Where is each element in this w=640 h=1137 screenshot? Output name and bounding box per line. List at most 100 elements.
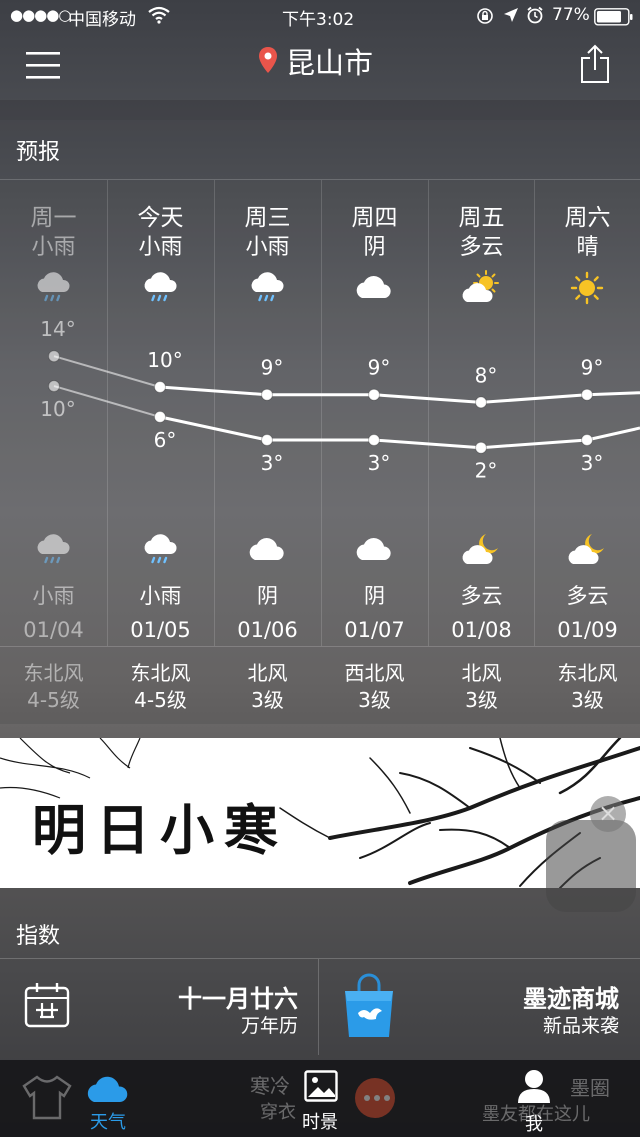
high-temp-point <box>475 396 487 409</box>
cloud-icon <box>246 532 288 568</box>
cloud-icon <box>84 1070 130 1108</box>
day-label: 周六 <box>564 205 611 231</box>
city-name: 昆山市 <box>286 46 374 80</box>
date-label: 01/09 <box>557 618 618 642</box>
wind-info: 东北风 4-5级 <box>107 660 214 714</box>
high-temp-point <box>581 388 593 401</box>
high-temperature-line <box>159 385 640 404</box>
close-banner-button[interactable]: × <box>590 796 626 832</box>
solar-term-banner[interactable]: 明日小寒 <box>0 738 640 888</box>
low-temp-point <box>368 434 380 446</box>
cloud-icon <box>353 532 395 568</box>
high-temp-point <box>261 388 273 401</box>
wind-direction: 东北风 <box>23 661 84 685</box>
tab-scenery[interactable]: 时景 <box>284 1060 356 1137</box>
high-temp-label: 10° <box>147 348 182 372</box>
signal-strength: ●●●●○ <box>10 6 71 24</box>
clothing-icon <box>22 1074 72 1124</box>
wind-level: 4-5级 <box>134 688 187 712</box>
high-temp-point <box>48 350 60 363</box>
calendar-card[interactable]: 十一月廿六 万年历 <box>0 959 319 1055</box>
night-condition: 多云 <box>460 584 503 608</box>
carrier-name: 中国移动 <box>68 10 136 30</box>
wind-info: 东北风 4-5级 <box>0 660 107 714</box>
low-temp-point <box>48 380 60 393</box>
low-temp-label: 3° <box>581 451 604 475</box>
card-title: 墨迹商城 <box>523 985 619 1013</box>
tab-weather[interactable]: 天气 <box>72 1060 144 1137</box>
lock-rotation-icon <box>476 7 494 30</box>
bottom-tab-bar: 寒冷 穿衣 墨圈 墨友都在这儿 天气 时景 我 <box>0 1060 640 1137</box>
shopping-bag-icon <box>342 973 396 1043</box>
temperature-trend-chart: 14° 10° 10° 6° 9° 3° 9° 3° 8° 2° 9° 3° <box>40 317 640 483</box>
date-label: 01/07 <box>344 618 405 642</box>
wind-direction: 西北风 <box>344 661 405 685</box>
location-pin-icon <box>258 46 278 78</box>
wind-info: 西北风 3级 <box>321 660 428 714</box>
night-condition: 多云 <box>566 584 609 608</box>
night-condition: 阴 <box>364 584 385 608</box>
calendar-icon <box>24 981 70 1033</box>
wind-level: 3级 <box>571 688 604 712</box>
low-temp-label: 10° <box>40 397 75 421</box>
floating-assistant-bubble[interactable] <box>546 820 636 912</box>
index-section-title: 指数 <box>16 924 61 949</box>
moon-cloud-icon <box>566 532 608 568</box>
day-label: 周五 <box>458 205 505 231</box>
tab-label: 我 <box>525 1114 543 1135</box>
night-condition: 小雨 <box>139 584 182 608</box>
day-condition: 多云 <box>459 235 504 260</box>
day-label: 周一 <box>30 205 77 231</box>
night-condition: 小雨 <box>32 584 75 608</box>
past-high-segment <box>53 355 161 388</box>
wind-direction: 北风 <box>461 661 502 685</box>
rain-cloud-icon <box>139 532 181 568</box>
wind-level: 4-5级 <box>27 688 80 712</box>
day-condition: 小雨 <box>245 235 290 260</box>
location-arrow-icon <box>503 7 519 28</box>
shop-card[interactable]: 墨迹商城 新品来袭 <box>320 959 639 1055</box>
wind-direction: 东北风 <box>557 661 618 685</box>
high-temp-point <box>368 388 380 401</box>
wind-info: 北风 3级 <box>214 660 321 714</box>
day-label: 周四 <box>351 205 398 231</box>
day-condition: 小雨 <box>31 235 76 260</box>
share-icon[interactable] <box>580 44 610 84</box>
date-label: 01/04 <box>23 618 84 642</box>
high-temp-label: 8° <box>475 363 498 387</box>
battery-percent: 77% <box>552 5 590 25</box>
day-condition: 晴 <box>576 235 599 260</box>
low-temp-label: 3° <box>368 451 391 475</box>
status-bar: ●●●●○ 中国移动 下午3:02 77% <box>0 0 640 32</box>
low-temp-label: 3° <box>261 451 284 475</box>
wind-level: 3级 <box>251 688 284 712</box>
clock-time: 下午3:02 <box>282 10 355 30</box>
card-title: 十一月廿六 <box>178 985 298 1013</box>
day-label: 周三 <box>244 205 291 231</box>
low-temp-point <box>581 434 593 446</box>
day-label: 今天 <box>137 205 184 231</box>
picture-icon <box>304 1070 338 1106</box>
date-label: 01/08 <box>451 618 512 642</box>
index-cards-row: 十一月廿六 万年历 墨迹商城 新品来袭 <box>0 958 640 1055</box>
high-temp-point <box>154 381 166 393</box>
menu-icon[interactable] <box>26 50 60 80</box>
high-temp-label: 9° <box>261 356 284 380</box>
tab-me[interactable]: 我 <box>498 1060 570 1137</box>
top-navigation-bar: 昆山市 <box>0 32 640 100</box>
rain-cloud-icon <box>32 532 74 568</box>
card-subtitle: 万年历 <box>240 1015 298 1037</box>
low-temp-point <box>475 441 487 454</box>
forecast-section-title: 预报 <box>16 140 61 165</box>
alarm-icon <box>526 6 544 29</box>
divider-band <box>0 100 640 120</box>
card-subtitle: 新品来袭 <box>542 1015 619 1037</box>
day-condition: 阴 <box>363 235 386 260</box>
close-icon: × <box>597 799 619 827</box>
overlay-right-title: 墨圈 <box>570 1076 610 1100</box>
low-temp-label: 2° <box>475 459 498 483</box>
banner-title: 明日小寒 <box>32 798 288 862</box>
wind-info: 东北风 3级 <box>534 660 640 714</box>
wind-info: 北风 3级 <box>428 660 535 714</box>
date-label: 01/06 <box>237 618 298 642</box>
